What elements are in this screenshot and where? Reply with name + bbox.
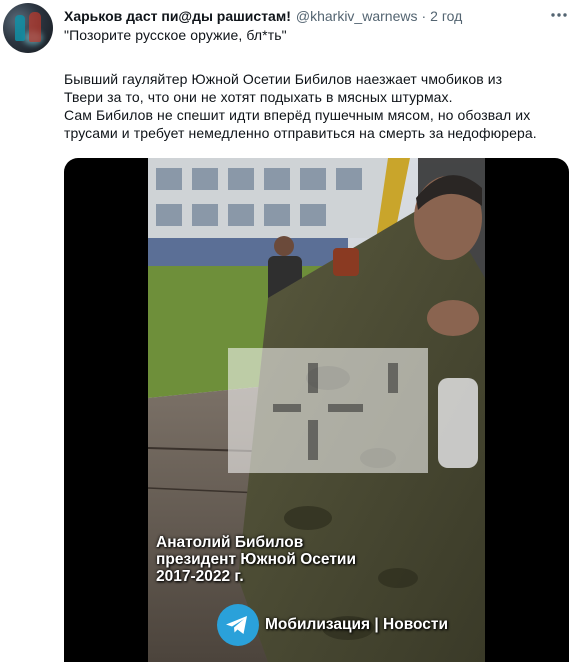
tweet-text-line: Твери за то, что они не хотят подыхать в… bbox=[64, 89, 453, 105]
caption-line-title: президент Южной Осетии bbox=[156, 551, 356, 568]
user-avatar[interactable] bbox=[3, 3, 53, 53]
caption-line-years: 2017-2022 г. bbox=[156, 568, 244, 585]
caption-line-name: Анатолий Бибилов bbox=[156, 534, 304, 551]
channel-watermark: Мобилизация | Новости bbox=[216, 603, 448, 647]
tweet-text-line: Бывший гауляйтер Южной Осетии Бибилов на… bbox=[64, 71, 503, 87]
tweet: Харьков даст пи@ды рашистам! @kharkiv_wa… bbox=[0, 0, 580, 662]
video-frame: Анатолий Бибилов президент Южной Осетии … bbox=[148, 158, 485, 662]
tweet-text-quote: "Позорите русское оружие, бл*ть" bbox=[64, 27, 287, 43]
user-handle[interactable]: @kharkiv_warnews bbox=[296, 8, 418, 24]
video-scene bbox=[148, 158, 485, 662]
tweet-text-line: Сам Бибилов не спешит идти вперёд пушечн… bbox=[64, 107, 531, 123]
separator-dot: · bbox=[421, 8, 427, 24]
timestamp[interactable]: 2 год bbox=[430, 8, 462, 24]
watermark-text: Мобилизация | Новости bbox=[265, 616, 449, 633]
more-options-icon[interactable] bbox=[548, 6, 570, 24]
tweet-text-line: трусами и требует немедленно отправиться… bbox=[64, 125, 537, 141]
telegram-icon bbox=[217, 604, 259, 646]
tweet-header: Харьков даст пи@ды рашистам! @kharkiv_wa… bbox=[64, 6, 570, 26]
video-player[interactable]: Анатолий Бибилов президент Южной Осетии … bbox=[64, 158, 569, 662]
video-caption: Анатолий Бибилов президент Южной Осетии … bbox=[156, 534, 356, 585]
display-name[interactable]: Харьков даст пи@ды рашистам! bbox=[64, 8, 291, 24]
